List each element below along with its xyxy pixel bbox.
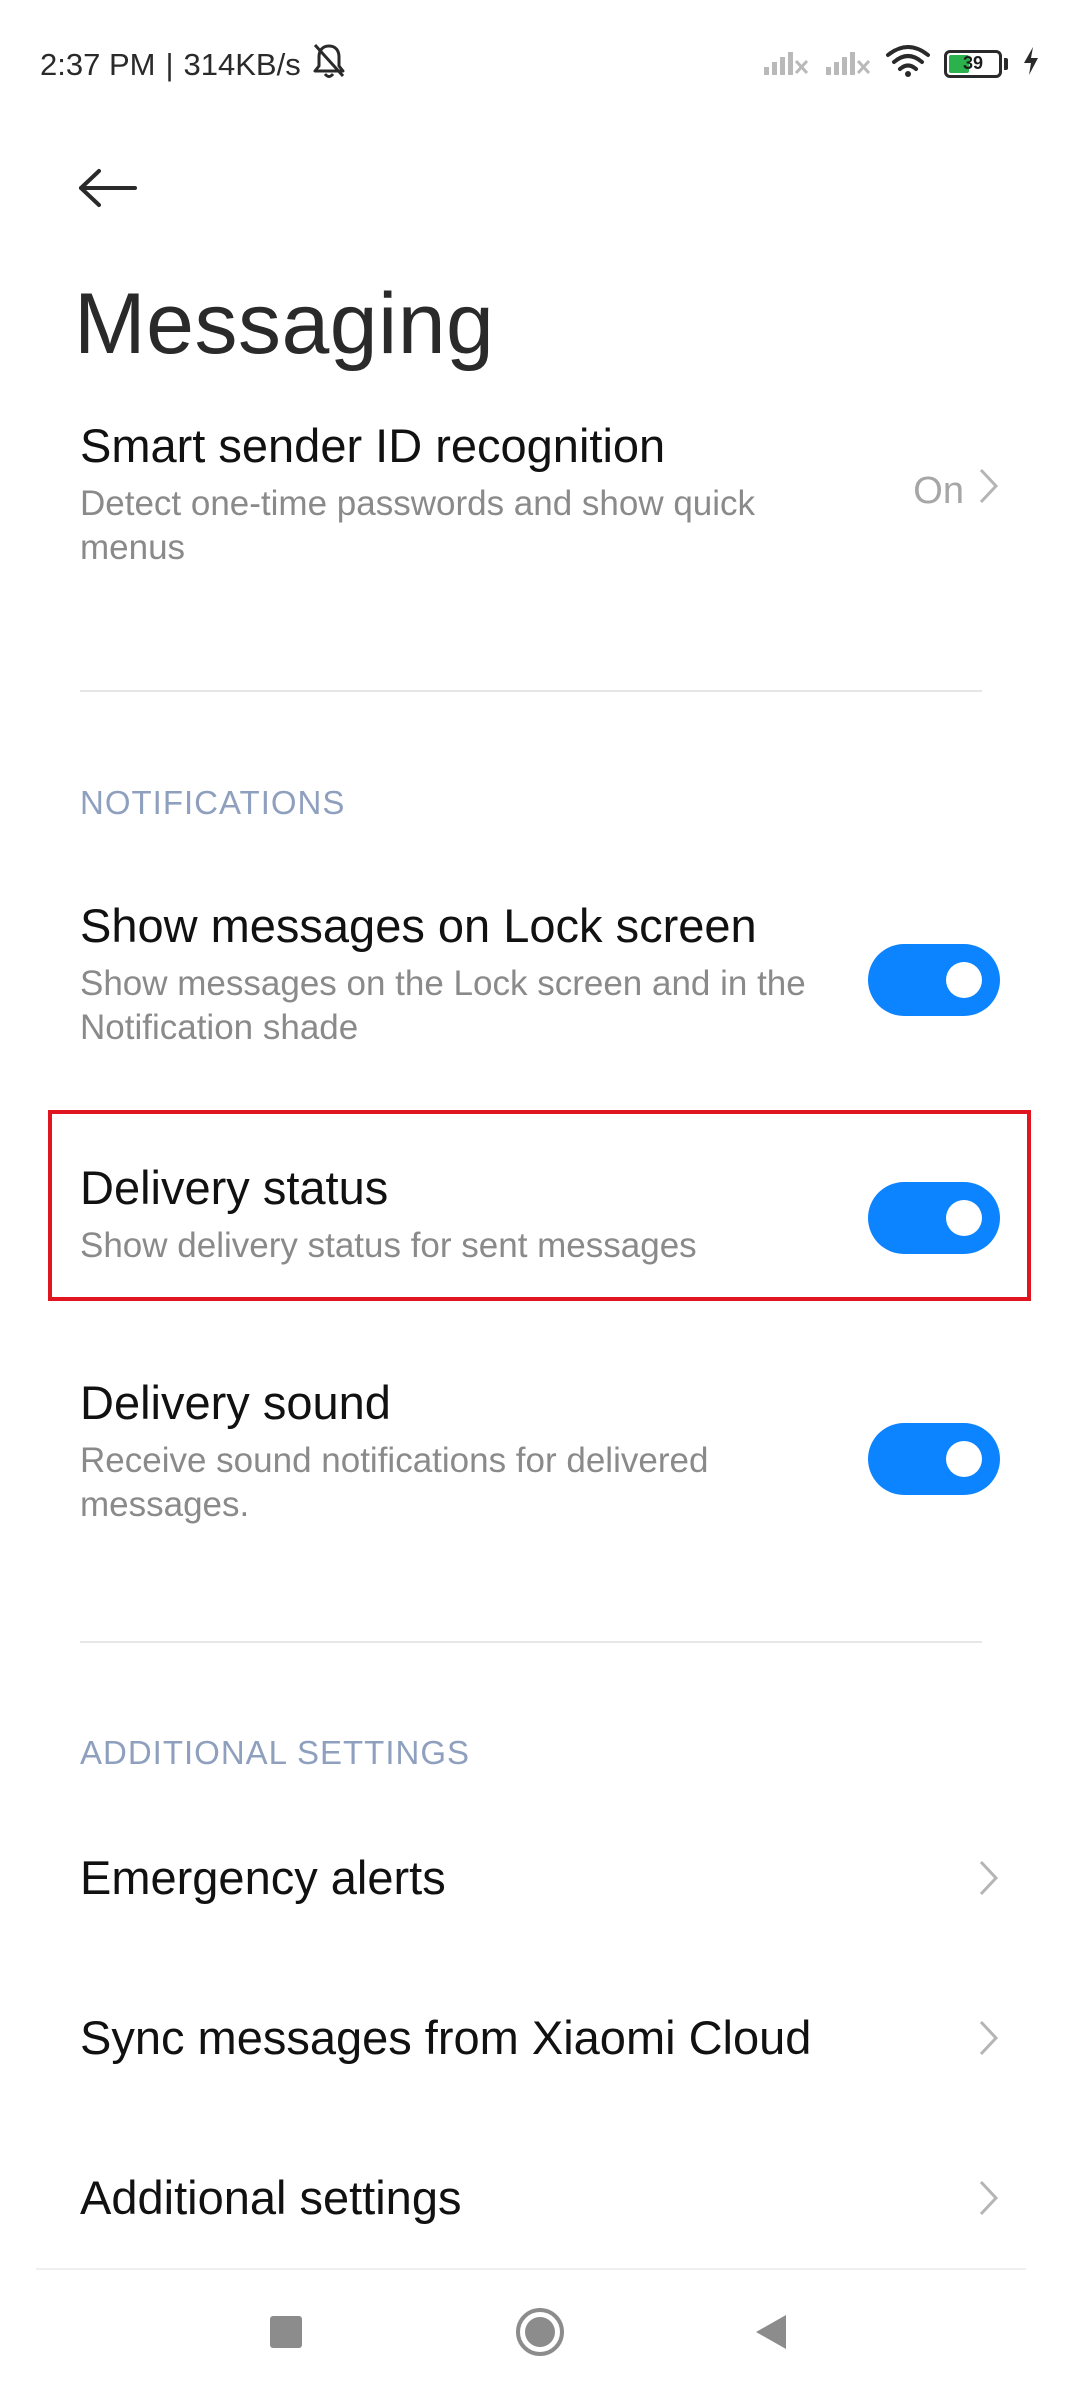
divider xyxy=(80,1641,982,1643)
smart-sender-title: Smart sender ID recognition xyxy=(80,419,666,472)
network-speed: 314KB/s xyxy=(183,47,301,82)
chevron-right-icon xyxy=(978,2178,1000,2228)
navigation-bar xyxy=(0,2268,1080,2400)
additional-settings-title: Additional settings xyxy=(80,2171,462,2224)
additional-settings-chevron xyxy=(978,2178,1000,2228)
wifi-icon xyxy=(886,44,930,83)
signal-x-icon xyxy=(762,45,810,82)
back-arrow-icon xyxy=(77,168,139,213)
charging-bolt-icon xyxy=(1022,46,1040,81)
battery-body: 39 xyxy=(944,49,1002,78)
smart-sender-id-row[interactable]: Smart sender ID recognition Detect one-t… xyxy=(80,418,1000,588)
chevron-right-icon xyxy=(978,466,1000,516)
section-header-notifications: NOTIFICATIONS xyxy=(80,784,346,821)
section-header-additional-settings: ADDITIONAL SETTINGS xyxy=(80,1734,470,1771)
status-right: 39 xyxy=(762,44,1040,83)
page-title: Messaging xyxy=(74,276,495,372)
toggle-knob xyxy=(946,1441,982,1477)
status-time: 2:37 PM xyxy=(40,47,156,82)
home-circle-icon xyxy=(514,2306,566,2363)
additional-settings-row[interactable]: Additional settings xyxy=(80,2170,1000,2240)
chevron-right-icon xyxy=(978,2018,1000,2068)
divider xyxy=(80,690,982,692)
battery-cap xyxy=(1004,57,1008,70)
show-on-lock-subtitle: Show messages on the Lock screen and in … xyxy=(80,964,806,1047)
chevron-right-icon xyxy=(978,1858,1000,1908)
recents-square-icon xyxy=(268,2314,304,2355)
sync-cloud-chevron xyxy=(978,2018,1000,2068)
sync-xiaomi-cloud-row[interactable]: Sync messages from Xiaomi Cloud xyxy=(80,2010,1000,2080)
emergency-alerts-title: Emergency alerts xyxy=(80,1851,446,1904)
delivery-sound-title: Delivery sound xyxy=(80,1376,391,1429)
back-triangle-icon xyxy=(752,2312,792,2357)
smart-sender-status: On xyxy=(913,469,964,512)
status-separator: | xyxy=(165,47,174,82)
smart-sender-value: On xyxy=(913,466,1000,516)
delivery-sound-row[interactable]: Delivery sound Receive sound notificatio… xyxy=(80,1375,1000,1545)
home-button[interactable] xyxy=(490,2284,590,2384)
highlight-box xyxy=(48,1110,1031,1301)
delivery-sound-toggle[interactable] xyxy=(868,1423,1000,1495)
smart-sender-subtitle: Detect one-time passwords and show quick… xyxy=(80,484,756,567)
emergency-alerts-row[interactable]: Emergency alerts xyxy=(80,1850,1000,1920)
show-on-lock-title: Show messages on Lock screen xyxy=(80,899,757,952)
mute-bell-icon xyxy=(311,42,347,88)
delivery-sound-subtitle: Receive sound notifications for delivere… xyxy=(80,1441,709,1524)
sync-cloud-title: Sync messages from Xiaomi Cloud xyxy=(80,2011,812,2064)
status-bar: 2:37 PM | 314KB/s 39 xyxy=(0,0,1080,130)
back-button[interactable] xyxy=(66,148,150,232)
status-left: 2:37 PM | 314KB/s xyxy=(40,42,347,88)
show-on-lock-toggle[interactable] xyxy=(868,944,1000,1016)
nav-divider xyxy=(36,2268,1026,2270)
emergency-alerts-chevron xyxy=(978,1858,1000,1908)
battery-level: 39 xyxy=(962,53,984,73)
signal-x-icon xyxy=(824,45,872,82)
battery-icon: 39 xyxy=(944,49,1008,78)
nav-back-button[interactable] xyxy=(722,2284,822,2384)
show-messages-lock-screen-row[interactable]: Show messages on Lock screen Show messag… xyxy=(80,898,1000,1068)
toggle-knob xyxy=(946,962,982,998)
recents-button[interactable] xyxy=(236,2284,336,2384)
